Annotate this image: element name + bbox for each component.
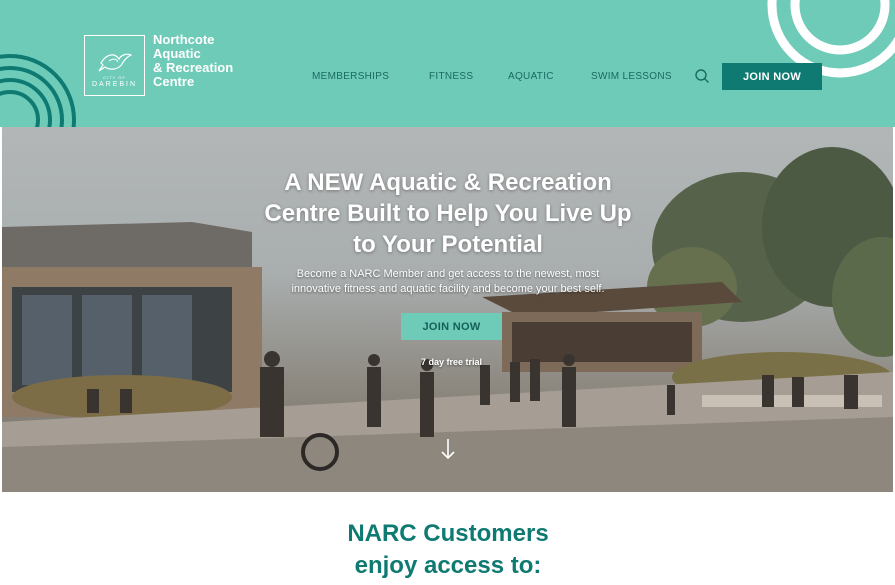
hero-title-line-2: Centre Built to Help You Live Up xyxy=(264,200,632,227)
hero-title: A NEW Aquatic & Recreation Centre Built … xyxy=(198,167,698,260)
arrow-down-icon[interactable] xyxy=(440,437,456,461)
brand-line-4: Centre xyxy=(153,74,195,89)
nav-fitness[interactable]: FITNESS xyxy=(429,71,473,82)
logo-city-text: DAREBIN xyxy=(91,81,138,88)
brand-line-3: & Recreation xyxy=(153,60,234,75)
hero-title-line-1: A NEW Aquatic & Recreation xyxy=(284,169,612,196)
search-icon[interactable] xyxy=(694,68,710,84)
nav-aquatic[interactable]: AQUATIC xyxy=(508,71,554,82)
brand-line-2: Aquatic xyxy=(153,46,201,61)
site-header: CITY OF DAREBIN Northcote Aquatic & Recr… xyxy=(0,0,895,127)
hero-subtitle-line-2: innovative fitness and aquatic facility … xyxy=(291,283,605,295)
section-heading-line-2: enjoy access to: xyxy=(354,552,542,579)
hero-join-now-button[interactable]: JOIN NOW xyxy=(401,313,502,340)
section-heading-line-1: NARC Customers xyxy=(347,520,549,547)
join-now-button[interactable]: JOIN NOW xyxy=(722,63,822,90)
brand-line-1: Northcote xyxy=(153,32,215,47)
free-trial-text: 7 day free trial xyxy=(420,357,483,367)
logo-small-text: CITY OF xyxy=(103,75,126,80)
darebin-logo[interactable]: CITY OF DAREBIN xyxy=(84,35,145,96)
nav-memberships[interactable]: MEMBERSHIPS xyxy=(312,71,389,82)
section-heading: NARC Customers enjoy access to: xyxy=(298,518,598,582)
hero-banner: A NEW Aquatic & Recreation Centre Built … xyxy=(2,127,893,492)
bird-icon xyxy=(98,53,132,72)
hero-subtitle-line-1: Become a NARC Member and get access to t… xyxy=(296,268,600,280)
nav-swim-lessons[interactable]: SWIM LESSONS xyxy=(591,71,672,82)
brand-name[interactable]: Northcote Aquatic & Recreation Centre xyxy=(153,33,233,89)
decorative-rings-left xyxy=(0,54,76,127)
hero-title-line-3: to Your Potential xyxy=(353,231,543,258)
hero-subtitle: Become a NARC Member and get access to t… xyxy=(248,267,648,297)
